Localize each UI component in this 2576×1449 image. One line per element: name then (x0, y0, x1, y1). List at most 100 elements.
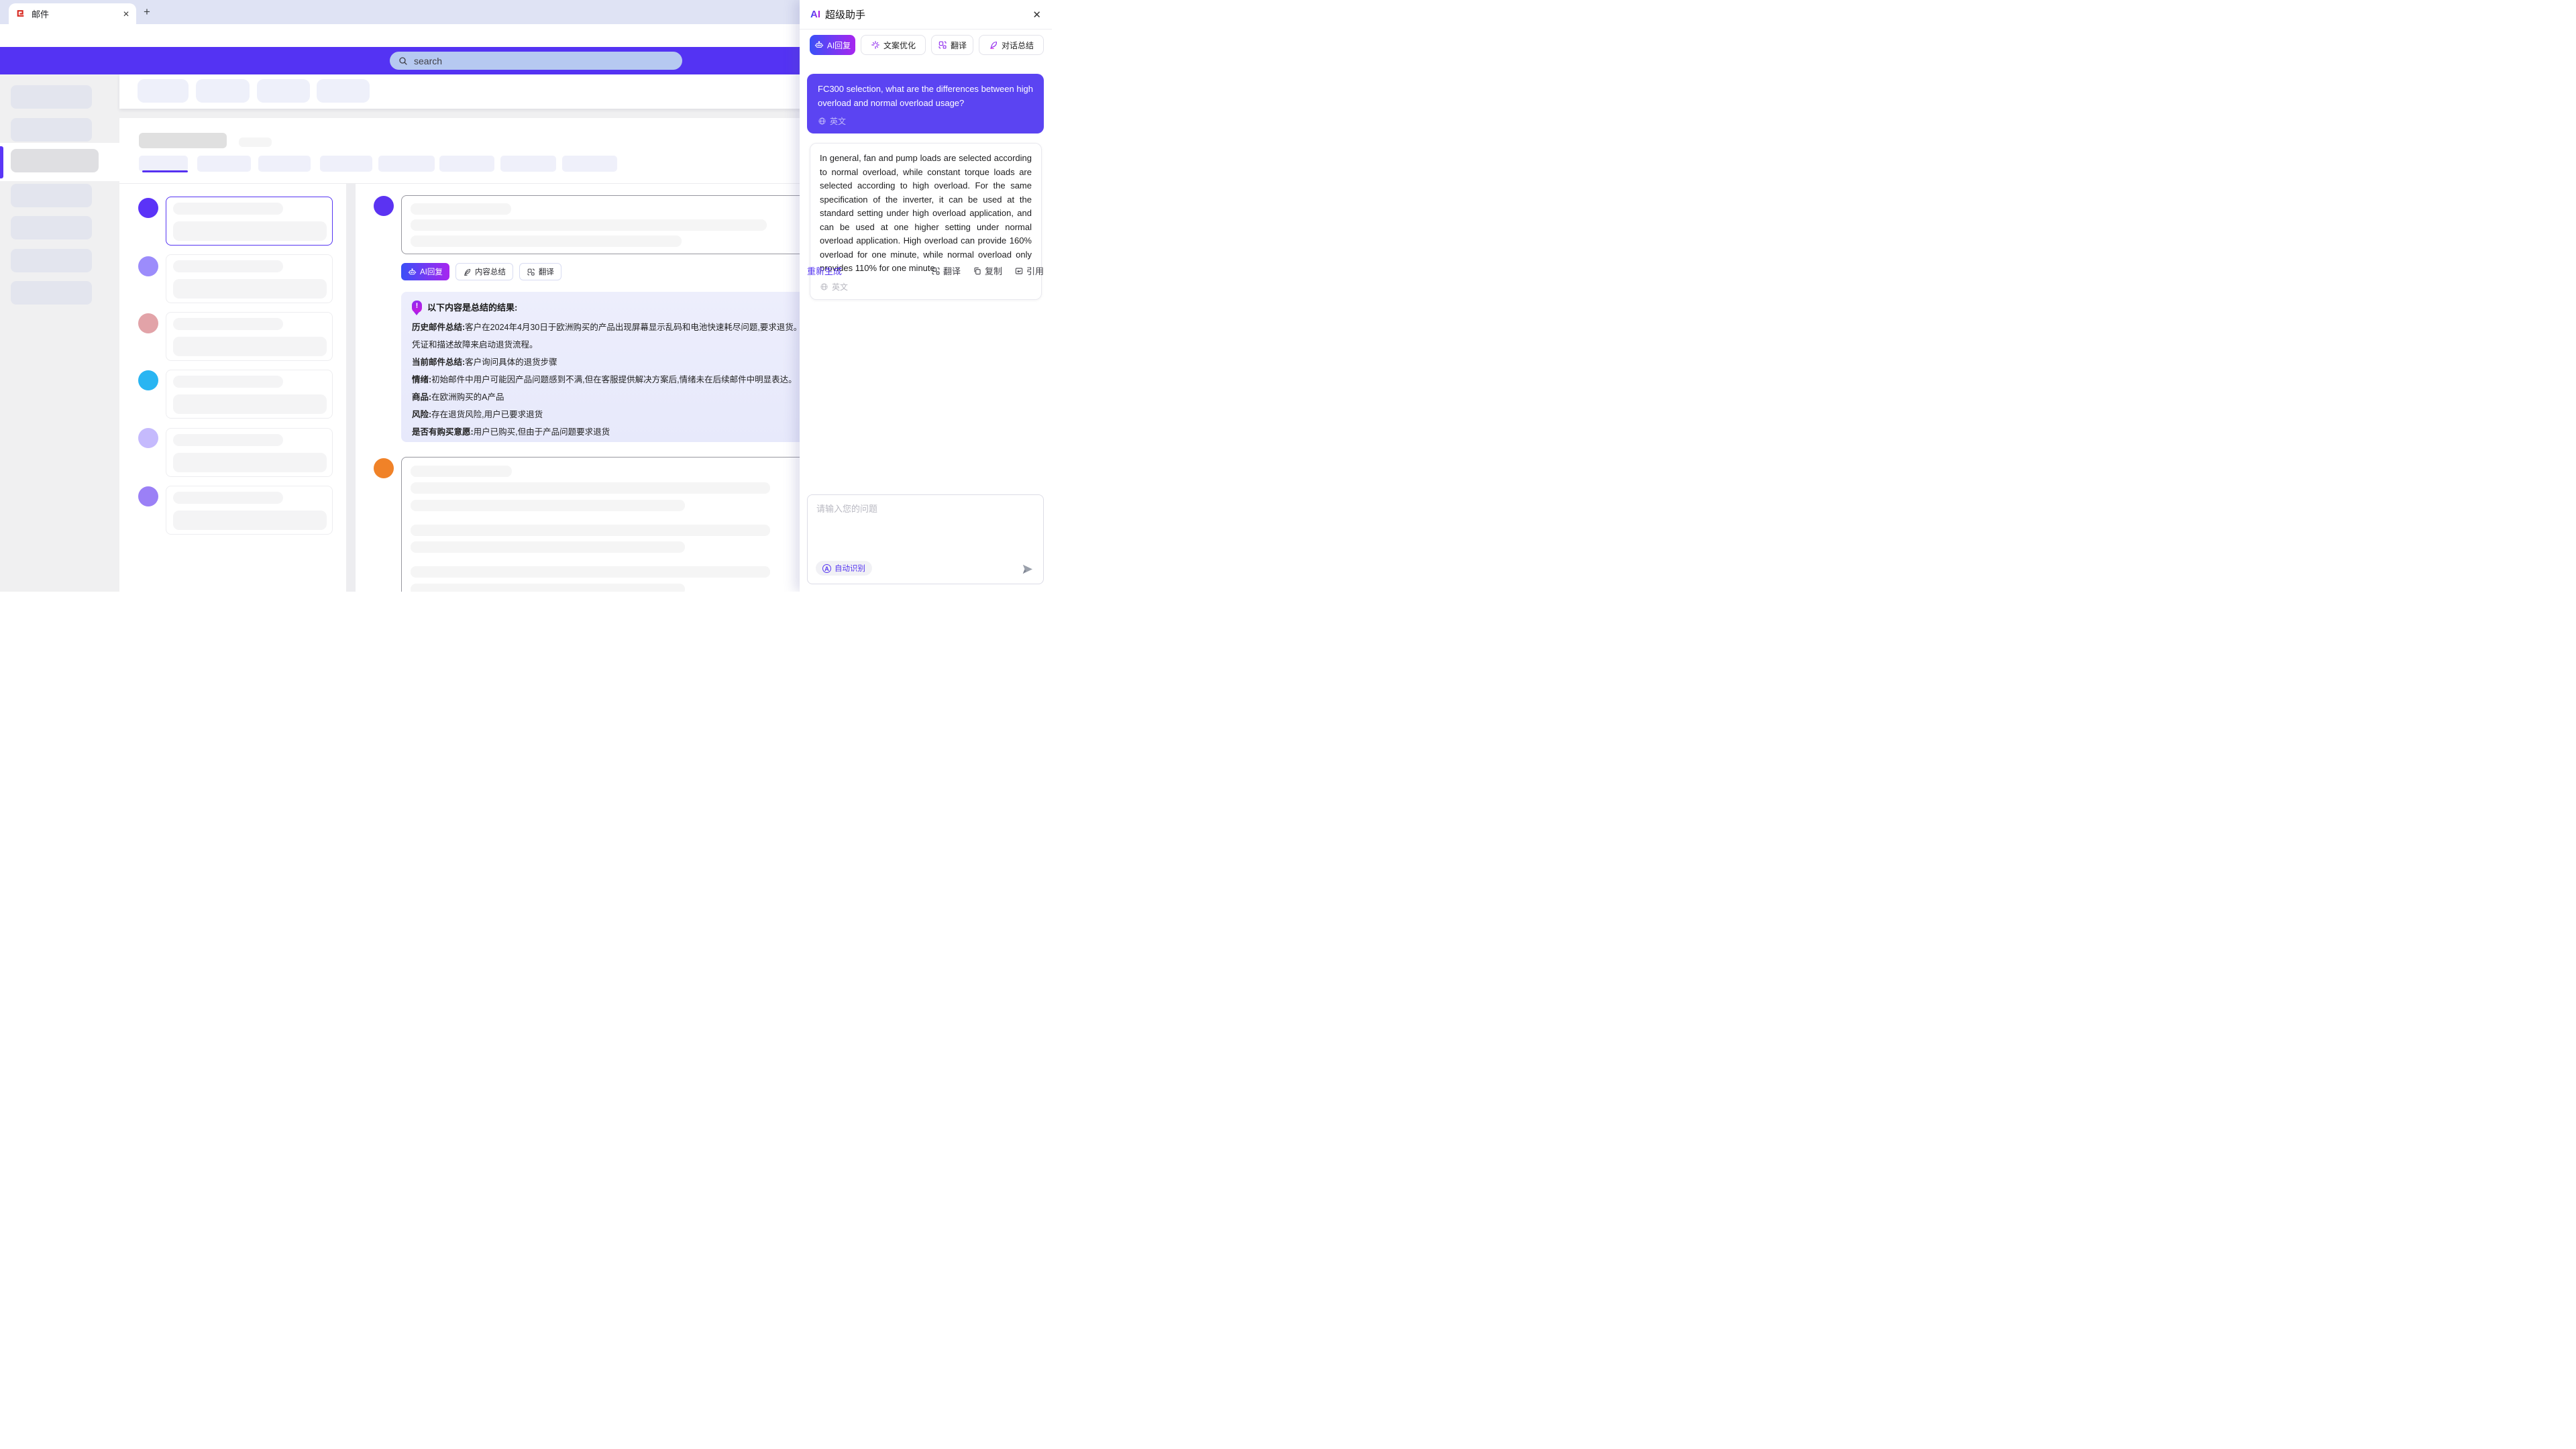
page-title-skeleton (139, 133, 227, 148)
tab-label: 对话总结 (1002, 40, 1034, 51)
screen: 邮件 ✕ + cloudwalk.com search (0, 0, 1052, 592)
question-input[interactable]: 请输入您的问题 A 自动识别 (807, 494, 1044, 584)
tab-label: 翻译 (951, 40, 967, 51)
ai-summary-box: ! 以下内容是总结的结果: 历史邮件总结:客户在2024年4月30日于欧洲购买的… (401, 292, 840, 442)
mail-tab[interactable] (439, 156, 494, 172)
new-tab-button[interactable]: + (140, 5, 154, 19)
translate-button[interactable]: 翻译 (519, 263, 561, 280)
summarize-label: 内容总结 (475, 266, 506, 277)
close-icon[interactable]: ✕ (1032, 9, 1041, 21)
avatar (138, 198, 158, 218)
translate-icon (938, 40, 947, 50)
sidebar-item[interactable] (11, 249, 92, 272)
mail-tab[interactable] (320, 156, 372, 172)
sidebar-item[interactable] (11, 118, 92, 142)
mail-list-item[interactable] (166, 312, 333, 361)
ai-assistant-panel: AI 超级助手 ✕ AI回复 文案优化 翻译 对话总结 FC300 select… (800, 0, 1052, 592)
ai-logo: AI (810, 9, 820, 20)
sender-avatar (374, 196, 394, 216)
auto-detect-icon: A (822, 564, 831, 573)
assistant-header: AI 超级助手 ✕ (800, 0, 1052, 30)
answer-lang: 英文 (832, 281, 848, 292)
sidebar-item[interactable] (11, 281, 92, 305)
tab-close-icon[interactable]: ✕ (123, 9, 129, 19)
input-placeholder: 请输入您的问题 (816, 502, 877, 515)
summary-history: 历史邮件总结:客户在2024年4月30日于欧洲购买的产品出现屏幕显示乱码和电池快… (412, 319, 829, 336)
mail-list-item-selected[interactable] (166, 197, 333, 246)
question-text: FC300 selection, what are the difference… (818, 82, 1033, 110)
summary-history-line2: 凭证和描述故障来启动退货流程。 (412, 336, 829, 354)
ai-reply-button[interactable]: AI回复 (401, 263, 449, 280)
pen-icon (989, 40, 998, 50)
question-lang: 英文 (830, 115, 846, 127)
tab-translate[interactable]: 翻译 (931, 35, 973, 55)
mail-list-item[interactable] (166, 254, 333, 303)
robot-icon (408, 268, 417, 276)
mail-list-item[interactable] (166, 370, 333, 419)
quote-icon (1014, 266, 1024, 276)
mail-tab[interactable] (197, 156, 251, 172)
mail-tab[interactable] (500, 156, 556, 172)
copy-action[interactable]: 复制 (973, 264, 1002, 277)
mail-list-item[interactable] (166, 486, 333, 535)
active-indicator (0, 146, 3, 178)
regenerate-button[interactable]: 重新生成 (807, 264, 842, 277)
sidebar-item[interactable] (11, 216, 92, 239)
avatar (138, 256, 158, 276)
message-card (401, 195, 840, 254)
auto-detect-toggle[interactable]: A 自动识别 (816, 561, 872, 576)
tab-title: 邮件 (32, 7, 123, 20)
assistant-title: 超级助手 (825, 7, 1032, 21)
search-input[interactable]: search (390, 52, 682, 70)
top-chip[interactable] (317, 79, 370, 103)
sidebar-item-active[interactable] (0, 143, 119, 181)
mail-tab[interactable] (378, 156, 435, 172)
sidebar-item-label-skeleton (11, 149, 99, 172)
globe-icon (820, 282, 828, 291)
mail-list-item[interactable] (166, 428, 333, 477)
sidebar-item[interactable] (11, 85, 92, 109)
send-icon[interactable] (1021, 563, 1034, 576)
site-favicon (15, 9, 25, 19)
robot-icon (814, 40, 824, 50)
quote-action[interactable]: 引用 (1014, 264, 1044, 277)
sidebar-item[interactable] (11, 184, 92, 207)
answer-actions: 重新生成 翻译 复制 引用 (807, 264, 1044, 277)
avatar (138, 313, 158, 333)
action-label: 复制 (985, 264, 1002, 277)
summary-title: 以下内容是总结的结果: (427, 301, 517, 313)
search-placeholder: search (414, 56, 442, 66)
avatar (138, 486, 158, 506)
sidebar-nav (0, 74, 119, 592)
answer-text: In general, fan and pump loads are selec… (820, 152, 1032, 276)
tab-label: AI回复 (827, 40, 851, 51)
top-chip[interactable] (196, 79, 250, 103)
globe-icon (818, 117, 826, 125)
ai-reply-label: AI回复 (420, 266, 443, 277)
translate-icon (527, 268, 535, 276)
auto-detect-label: 自动识别 (835, 563, 865, 574)
translate-action[interactable]: 翻译 (931, 264, 961, 277)
tab-copy-optimize[interactable]: 文案优化 (861, 35, 926, 55)
tab-ai-reply[interactable]: AI回复 (810, 35, 855, 55)
badge-skeleton (239, 138, 272, 147)
mail-tab[interactable] (562, 156, 617, 172)
summary-risk: 风险:存在退货风险,用户已要求退货 (412, 406, 829, 423)
avatar (138, 428, 158, 448)
summarize-button[interactable]: 内容总结 (455, 263, 513, 280)
message-ai-toolbar: AI回复 内容总结 翻译 (401, 263, 561, 280)
summary-intent: 是否有购买意愿:用户已购买,但由于产品问题要求退货 (412, 423, 829, 441)
panel-divider (346, 184, 356, 592)
browser-tab[interactable]: 邮件 ✕ (9, 3, 136, 24)
translate-label: 翻译 (539, 266, 554, 277)
summary-emotion: 情绪:初始邮件中用户可能因产品问题感到不满,但在客服提供解决方案后,情绪未在后续… (412, 371, 829, 388)
top-chip[interactable] (257, 79, 310, 103)
tab-dialog-summary[interactable]: 对话总结 (979, 35, 1044, 55)
mail-tab-active[interactable] (139, 156, 188, 172)
top-chip[interactable] (138, 79, 189, 103)
exclamation-badge-icon: ! (412, 301, 422, 313)
mail-tab[interactable] (258, 156, 311, 172)
action-label: 引用 (1026, 264, 1044, 277)
active-tab-underline (142, 170, 188, 172)
copy-icon (973, 266, 982, 276)
